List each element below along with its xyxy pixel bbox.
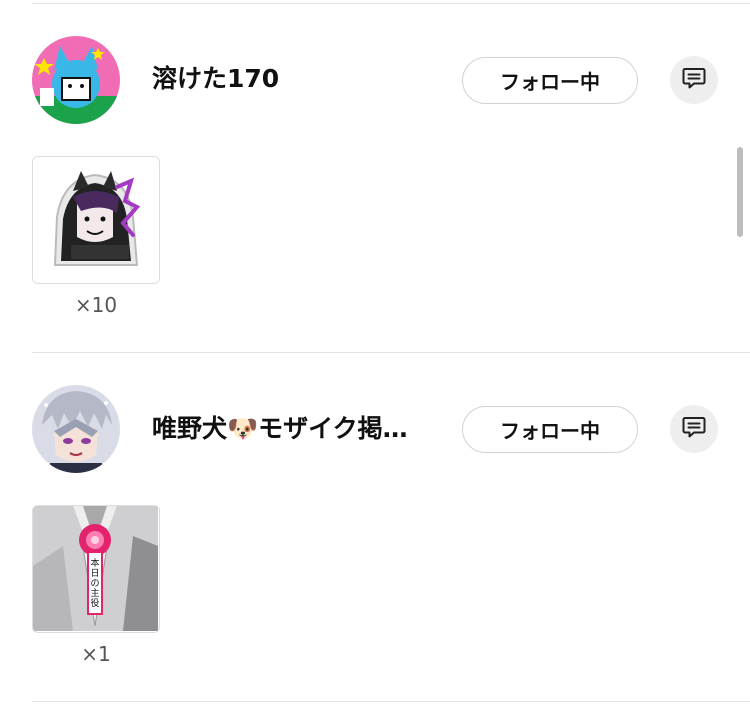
follow-button[interactable]: フォロー中 — [462, 57, 638, 104]
user-name[interactable]: 唯野犬🐶モザイク掲… — [152, 412, 437, 446]
follow-button[interactable]: フォロー中 — [462, 406, 638, 453]
divider — [32, 352, 750, 353]
ribbon-text: 本日の主役 — [90, 557, 99, 609]
avatar[interactable] — [32, 36, 120, 124]
sticker-count: ×1 — [81, 642, 111, 666]
sticker-thumbnail[interactable] — [32, 156, 160, 284]
scrollbar[interactable] — [737, 147, 743, 237]
message-icon — [681, 414, 707, 444]
divider — [32, 701, 750, 702]
message-button[interactable] — [670, 405, 718, 453]
message-button[interactable] — [670, 56, 718, 104]
message-icon — [681, 65, 707, 95]
sender-list: 溶けた170 フォロー中 ×10 唯野犬🐶モザイク掲… フォロー中 本日の主役 … — [0, 0, 750, 705]
sticker-count: ×10 — [74, 293, 118, 317]
divider — [32, 3, 750, 4]
avatar[interactable] — [32, 385, 120, 473]
user-name[interactable]: 溶けた170 — [152, 62, 437, 96]
sticker-thumbnail[interactable]: 本日の主役 — [32, 505, 160, 633]
